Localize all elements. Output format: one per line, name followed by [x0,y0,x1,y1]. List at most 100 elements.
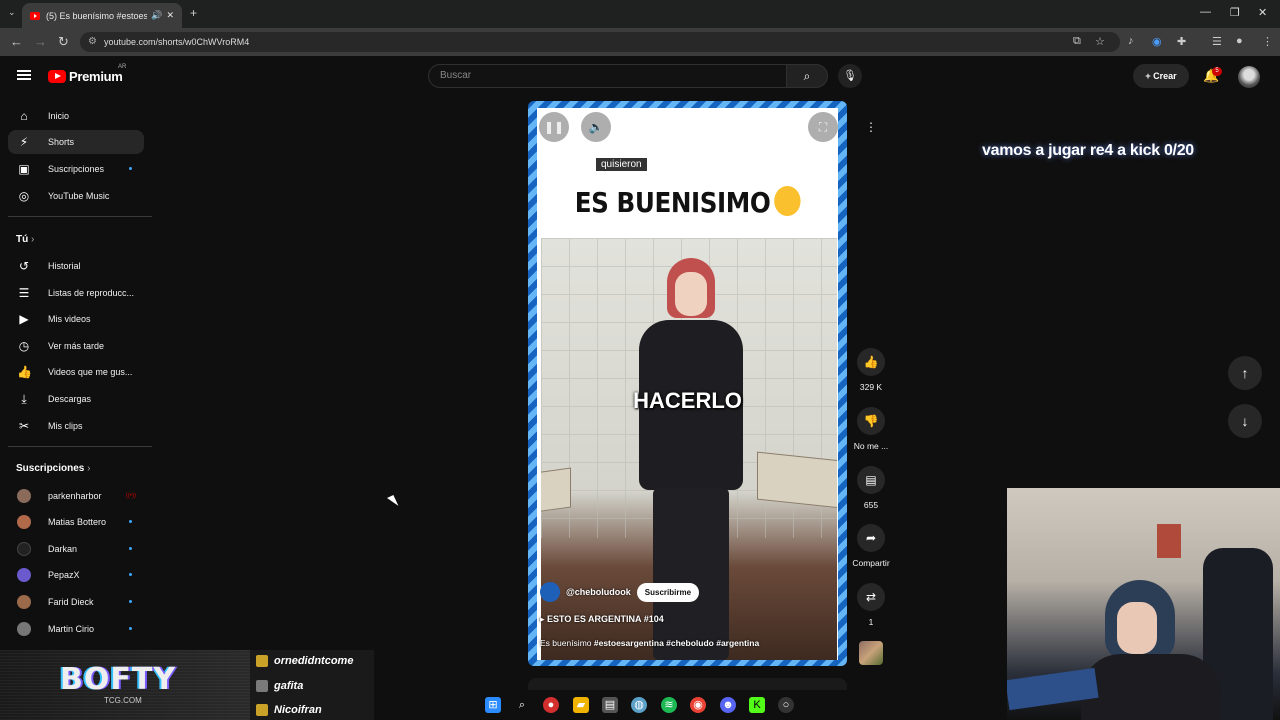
hamburger-menu-icon[interactable] [17,70,31,80]
media-control-icon[interactable]: ♪ [1128,35,1134,47]
new-content-dot [129,600,132,603]
sidebar-sub-farid-dieck[interactable]: Farid Dieck [8,590,144,614]
search-button[interactable]: ⌕ [786,64,828,88]
chevron-down-icon[interactable]: ⌄ [8,7,16,18]
voice-search-button[interactable]: 🎙 [838,64,862,88]
avatar [17,489,31,503]
url-text: youtube.com/shorts/w0ChWVroRM4 [104,37,250,47]
menu-dots-icon[interactable]: ⋮ [1262,35,1273,48]
kick-icon[interactable]: K [749,697,765,713]
next-short-button[interactable]: ↓ [1228,404,1262,438]
speaker-icon[interactable]: 🔊 [151,10,162,21]
search-icon[interactable]: ⌕ [514,697,530,713]
spotify-icon[interactable]: ≋ [661,697,677,713]
search-input[interactable]: Buscar [428,64,786,88]
share-button[interactable]: ➦ [857,524,885,552]
extension-audio-icon[interactable]: ◉ [1152,35,1162,48]
avatar [17,622,31,636]
pause-button[interactable]: ❚❚ [539,112,569,142]
reload-icon[interactable]: ↻ [58,34,69,50]
file-explorer-icon[interactable]: ▰ [573,697,589,713]
dislike-button[interactable]: 👎 [857,407,885,435]
sidebar-item-youtube-music[interactable]: ◎ YouTube Music [8,184,144,208]
app-circle-icon[interactable]: ○ [778,697,794,713]
channel-name[interactable]: @cheboludook [566,587,631,597]
like-button[interactable]: 👍 [857,348,885,376]
sidebar-item-label: PepazX [48,570,80,580]
browser-tab[interactable]: (5) Es buenísimo #estoesarg 🔊 ✕ [22,3,182,28]
arrow-down-icon: ↓ [1241,413,1249,429]
install-app-icon[interactable]: ⧉ [1073,35,1081,48]
close-icon[interactable]: ✕ [166,10,174,21]
sidebar-sub-pepazx[interactable]: PepazX [8,563,144,587]
sidebar-item-descargas[interactable]: ⤓ Descargas [8,387,144,411]
windows-start-icon[interactable]: ⊞ [485,697,501,713]
subscribe-button[interactable]: Suscribirme [636,582,700,602]
app-red-icon[interactable]: ● [543,697,559,713]
video-frame[interactable]: ❚❚ 🔈 ⛶ quisieron ES BUENISIMO HACERLO @c… [537,108,838,660]
reading-list-icon[interactable]: ☰ [1212,35,1222,48]
volume-button[interactable]: 🔈 [581,112,611,142]
sidebar-sub-martin-cirio[interactable]: Martin Cirio [8,617,144,641]
account-avatar[interactable] [1238,66,1260,88]
avatar [17,568,31,582]
sidebar-sub-matias-bottero[interactable]: Matias Bottero [8,510,144,534]
minimize-icon[interactable]: — [1200,6,1211,18]
sidebar-item-label: Suscripciones [48,164,105,174]
site-settings-icon[interactable]: ⚙ [88,32,97,52]
sound-thumbnail[interactable] [859,641,883,665]
sidebar-item-historial[interactable]: ↺ Historial [8,254,144,278]
discord-icon[interactable]: ☻ [720,697,736,713]
description-hashtags[interactable]: #estoesargentina #cheboludo #argentina [594,638,759,648]
channel-avatar[interactable] [540,582,560,602]
sidebar-item-inicio[interactable]: ⌂ Inicio [8,104,144,128]
playlist-link[interactable]: ▸ ESTO ES ARGENTINA #104 [540,614,664,625]
youtube-premium-logo[interactable]: Premium AR [48,64,126,84]
sidebar-item-ver-mas-tarde[interactable]: ◷ Ver más tarde [8,334,144,358]
chat-user: ornedidntcome [256,655,353,667]
sidebar-sub-darkan[interactable]: Darkan [8,537,144,561]
stream-chat-overlay: ornedidntcome gafita Nicoifran [250,650,374,720]
address-bar[interactable]: ⚙ youtube.com/shorts/w0ChWVroRM4 [80,32,1120,52]
school-desk [541,467,571,513]
extensions-puzzle-icon[interactable]: ✚ [1177,35,1186,48]
chevron-right-icon: › [87,463,91,474]
sidebar-item-mis-videos[interactable]: ▶ Mis videos [8,307,144,331]
sidebar-item-videos-que-me-gustan[interactable]: 👍 Videos que me gus... [8,360,144,384]
sidebar-item-suscripciones[interactable]: ▣ Suscripciones [8,157,144,181]
sidebar-subscriptions-heading[interactable]: Suscripciones › [16,463,90,474]
sidebar-you-heading[interactable]: Tú › [16,234,34,245]
sidebar-sub-parkenharbor[interactable]: parkenharbor ((•)) [8,484,144,508]
sidebar-item-label: Farid Dieck [48,597,94,607]
arrow-left-icon[interactable]: ← [10,34,23,49]
sidebar-item-listas[interactable]: ☰ Listas de reproducc... [8,281,144,305]
comments-button[interactable]: ▤ [857,466,885,494]
sidebar-item-shorts[interactable]: ⚡ Shorts [8,130,144,154]
create-button[interactable]: + Crear [1133,64,1189,88]
home-icon: ⌂ [20,109,28,123]
short-description[interactable]: Es buenísimo #estoesargentina #cheboludo… [540,638,759,648]
next-short-preview[interactable] [528,678,847,690]
short-video-player[interactable]: ❚❚ 🔈 ⛶ quisieron ES BUENISIMO HACERLO @c… [528,101,847,666]
sidebar-item-label: Matias Bottero [48,517,107,527]
sidebar-item-label: Darkan [48,544,78,554]
close-window-icon[interactable]: ✕ [1258,6,1267,19]
bookmark-star-icon[interactable]: ☆ [1095,35,1105,48]
app-window-icon[interactable]: ▤ [602,697,618,713]
comment-count: 655 [863,500,879,510]
playlists-icon: ☰ [18,286,30,300]
plus-icon[interactable]: + [190,6,197,20]
remix-button[interactable]: ⇄ [857,583,885,611]
chrome-icon[interactable]: ◉ [690,697,706,713]
more-options-button[interactable]: ⋮ [857,113,885,141]
sidebar-item-label: Descargas [48,394,92,404]
remix-icon: ⇄ [865,590,877,604]
restore-icon[interactable]: ❐ [1230,6,1240,19]
arrow-right-icon[interactable]: → [34,34,47,49]
previous-short-button[interactable]: ↑ [1228,356,1262,390]
profile-icon[interactable]: ● [1236,35,1243,47]
microphone-icon: 🎙 [843,70,857,82]
sidebar-item-mis-clips[interactable]: ✂ Mis clips [8,414,144,438]
fullscreen-button[interactable]: ⛶ [808,112,838,142]
app-blue-icon[interactable]: ◍ [631,697,647,713]
